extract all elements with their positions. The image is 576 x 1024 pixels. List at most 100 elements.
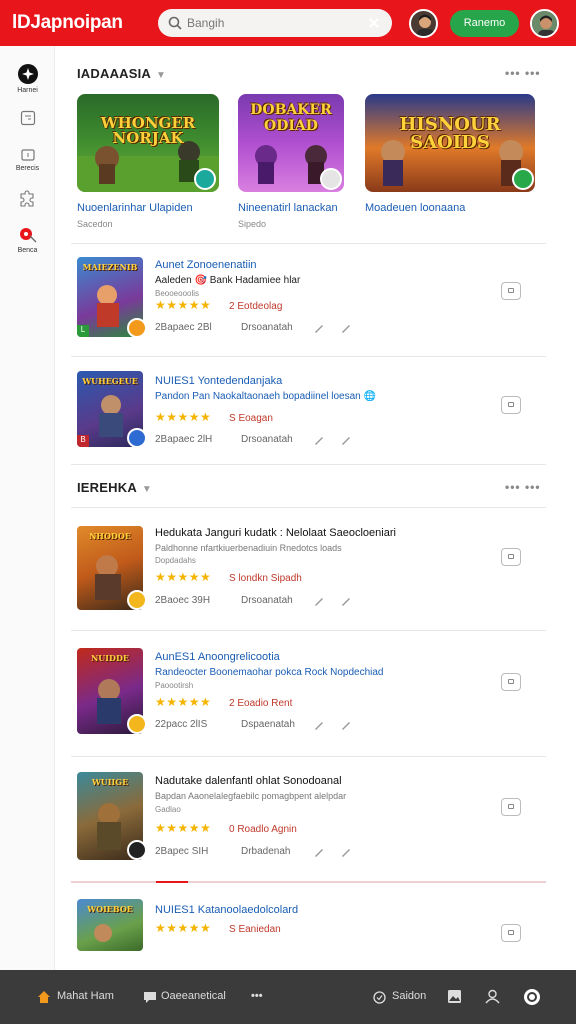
app-logo[interactable]: lDJapnoipan [12, 12, 123, 34]
featured-subtitle: Sipedo [238, 219, 267, 229]
divider [71, 464, 546, 465]
featured-art-title: HISNOUR SAOIDS [399, 114, 501, 153]
sidebar-label-deals: Benca [17, 247, 38, 254]
row-meta-author: Drbadenah [241, 846, 291, 857]
sidebar-label-store: Berecis [15, 165, 40, 172]
row-small-text: Gadlao [155, 805, 181, 814]
star-rating: ★★★★★ [155, 695, 212, 709]
puzzle-icon [19, 190, 34, 207]
row-meta-author: Dspaenatah [241, 719, 295, 730]
thumbnail-badge-icon [127, 590, 147, 610]
row-meta: 22pacc 2lIS [155, 719, 208, 730]
download-icon [508, 804, 514, 809]
featured-subtitle: Sacedon [77, 219, 113, 229]
section-title-featured[interactable]: IADAAASIA ▼ [77, 66, 166, 81]
row-meta-author: Drsoanatah [241, 434, 293, 445]
top-bar: lDJapnoipan Bangih Ranemo [0, 0, 576, 46]
download-button[interactable] [501, 673, 521, 691]
record-icon[interactable] [523, 988, 541, 1006]
divider [71, 756, 546, 757]
download-button[interactable] [501, 548, 521, 566]
more-options-button[interactable]: ••• ••• [505, 480, 541, 494]
featured-card[interactable]: HISNOUR SAOIDS [365, 94, 535, 192]
download-icon [508, 288, 514, 293]
sidebar-item-home[interactable]: Harnei [0, 64, 55, 94]
scroll-progress-fill [156, 881, 188, 883]
row-meta: 2Bapec SIH [155, 846, 209, 857]
download-icon [508, 402, 514, 407]
featured-name[interactable]: Moadeuen loonaana [365, 202, 465, 214]
bottom-bar: Mahat Ham Oaeeanetical ••• Saidon [0, 970, 576, 1024]
download-icon [508, 554, 514, 559]
bottom-nav-more[interactable]: ••• [251, 990, 263, 1002]
image-icon[interactable] [447, 989, 462, 1004]
pencil-icon[interactable] [313, 322, 325, 334]
sidebar-item-deals[interactable]: Benca [0, 226, 55, 254]
bottom-nav-chat[interactable]: Oaeeanetical [161, 990, 226, 1002]
user-avatar[interactable] [530, 9, 559, 38]
pencil-icon[interactable] [313, 595, 325, 607]
pencil-icon[interactable] [340, 595, 352, 607]
sidebar-item-tablet[interactable] [0, 110, 55, 126]
corner-label: L [77, 325, 89, 337]
section-title-text: IADAAASIA [77, 66, 152, 81]
pencil-icon[interactable] [340, 719, 352, 731]
community-icon[interactable] [484, 989, 501, 1004]
row-subtitle: Pandon Pan Naokaltaonaeh bopadiinel loes… [155, 391, 376, 402]
divider [71, 630, 546, 631]
featured-badge-icon [194, 168, 216, 190]
search-input[interactable]: Bangih [187, 16, 224, 30]
rating-label: 0 Roadlo Agnin [229, 824, 297, 835]
row-meta-author: Drsoanatah [241, 595, 293, 606]
row-title[interactable]: Aunet Zonoenenatiin [155, 259, 257, 271]
download-button[interactable] [501, 282, 521, 300]
featured-name[interactable]: Nuoenlarinhar Ulapiden [77, 202, 193, 214]
thumbnail-badge-icon [127, 428, 147, 448]
pencil-icon[interactable] [313, 434, 325, 446]
divider [71, 356, 546, 357]
star-rating: ★★★★★ [155, 410, 212, 424]
row-title[interactable]: Nadutake dalenfantl ohlat Sonodoanal [155, 775, 342, 787]
pencil-icon[interactable] [340, 322, 352, 334]
pencil-icon[interactable] [313, 719, 325, 731]
featured-name[interactable]: Nineenatirl lanackan [238, 202, 338, 214]
tag-icon [19, 228, 36, 243]
row-title[interactable]: NUIES1 Yontedendanjaka [155, 375, 282, 387]
row-meta: 2Baoec 39H [155, 595, 211, 606]
row-title[interactable]: NUIES1 Katanoolaedolcolard [155, 904, 298, 916]
row-title[interactable]: Hedukata Janguri kudatk : Nelolaat Saeoc… [155, 527, 396, 539]
rating-label: S londkn Sipadh [229, 573, 302, 584]
sidebar-item-store[interactable]: Berecis [0, 146, 55, 172]
sidebar-item-puzzle[interactable] [0, 190, 55, 208]
bottom-nav-home[interactable]: Mahat Ham [57, 990, 114, 1002]
download-button[interactable] [501, 924, 521, 942]
section-title-list[interactable]: IEREHKA ▼ [77, 480, 152, 495]
divider [71, 507, 546, 508]
pencil-icon[interactable] [313, 846, 325, 858]
corner-label: B [77, 435, 89, 447]
download-button[interactable] [501, 396, 521, 414]
profile-avatar[interactable] [409, 9, 438, 38]
row-small-text: Dopdadahs [155, 556, 196, 565]
pencil-icon[interactable] [340, 846, 352, 858]
row-title[interactable]: AunES1 Anoongrelicootia [155, 651, 280, 663]
row-meta: 2Bapaec 2Bl [155, 322, 212, 333]
featured-art-title: WHONGER NORJAK [100, 114, 196, 147]
sidebar: Harnei Berecis Benca [0, 46, 55, 970]
game-thumbnail[interactable]: WOIEBOE [77, 899, 143, 951]
pencil-icon[interactable] [340, 434, 352, 446]
action-button[interactable]: Ranemo [450, 10, 519, 37]
scroll-progress [71, 881, 546, 883]
row-subtitle: Aaleden 🎯 Bank Hadamiee hlar [155, 275, 301, 286]
rating-label: 2 Eotdeolag [229, 301, 283, 312]
row-subtitle: Randeocter Boonemaohar pokca Rock Nopdec… [155, 667, 384, 678]
sidebar-label-home: Harnei [17, 87, 38, 94]
section-title-text: IEREHKA [77, 480, 137, 495]
more-options-button[interactable]: ••• ••• [505, 66, 541, 80]
clear-icon[interactable] [366, 15, 382, 31]
chevron-down-icon: ▼ [156, 70, 167, 81]
search-field[interactable]: Bangih [158, 9, 392, 37]
download-button[interactable] [501, 798, 521, 816]
star-rating: ★★★★★ [155, 821, 212, 835]
bottom-nav-settings[interactable]: Saidon [392, 990, 426, 1002]
